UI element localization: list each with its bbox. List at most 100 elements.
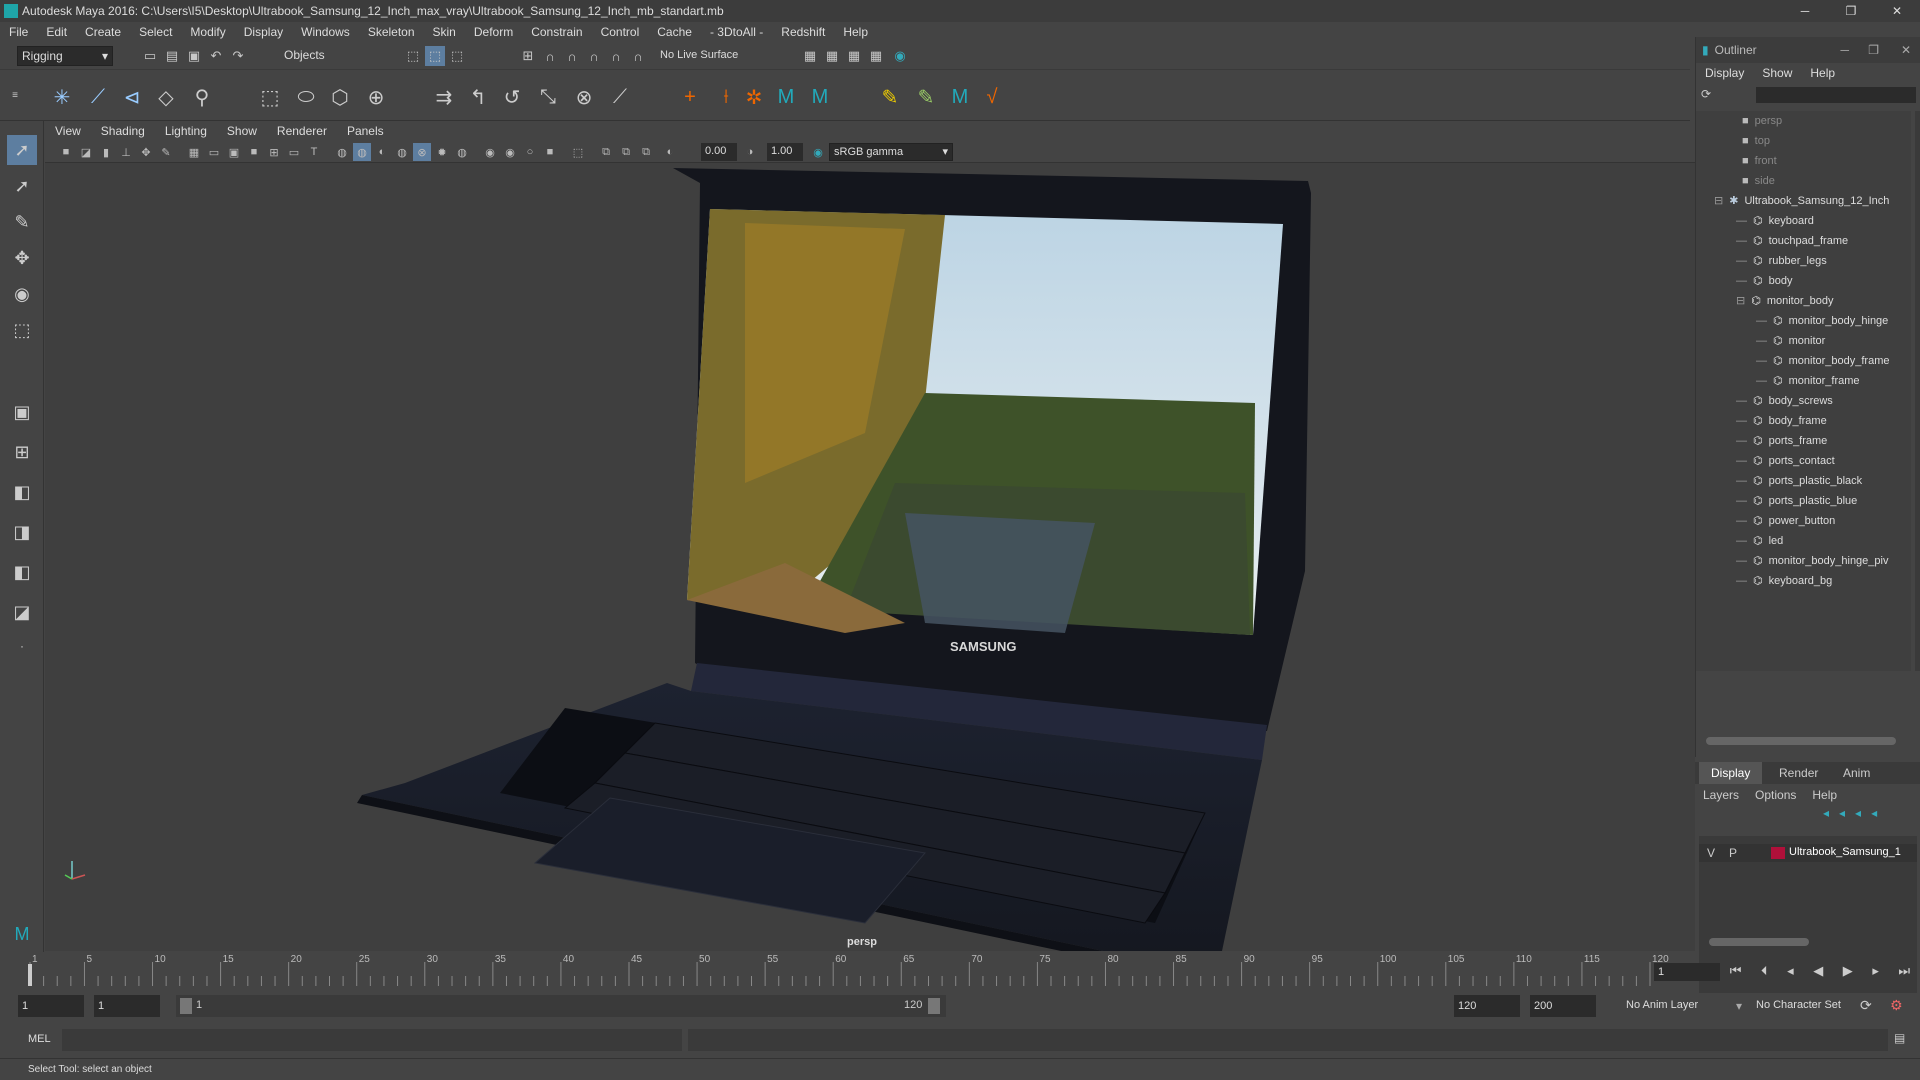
gamma-icon[interactable]: ◑ <box>741 143 759 161</box>
outliner-item[interactable]: ■ top <box>1742 131 1770 151</box>
go-to-start-icon[interactable]: ⏮ <box>1730 963 1742 979</box>
wire-deformer-icon[interactable]: ⊕ <box>362 83 390 111</box>
expand-icon[interactable]: — <box>1736 515 1747 527</box>
go-to-end-icon[interactable]: ⏭ <box>1898 963 1910 979</box>
range-handle-left[interactable] <box>180 998 192 1014</box>
depth-of-field-icon[interactable]: ⧉ <box>637 143 655 161</box>
outliner-menu-help[interactable]: Help <box>1801 66 1844 80</box>
outliner-item[interactable]: ■ persp <box>1742 111 1782 131</box>
layer-visibility[interactable]: V <box>1707 846 1715 860</box>
menu-skeleton[interactable]: Skeleton <box>359 25 424 39</box>
aim-constraint-icon[interactable]: ↰ <box>464 83 492 111</box>
outliner-item[interactable]: — ⌬ body_frame <box>1736 411 1827 431</box>
hypershade-layout-icon[interactable]: ◪ <box>7 597 37 627</box>
menu-file[interactable]: File <box>0 25 37 39</box>
scale-tool-icon[interactable]: ⬚ <box>7 315 37 345</box>
command-input[interactable] <box>62 1029 682 1051</box>
snap-grid-icon[interactable]: ⊞ <box>518 46 538 66</box>
gate-mask-icon[interactable]: ■ <box>245 143 263 161</box>
selection-mode-select[interactable]: Objects <box>280 46 376 66</box>
range-handle-right[interactable] <box>928 998 940 1014</box>
gamma-field[interactable]: 1.00 <box>767 143 803 161</box>
anti-alias-icon[interactable]: ⧉ <box>617 143 635 161</box>
mode-select[interactable]: Rigging ▾ <box>17 46 113 66</box>
step-back-key-icon[interactable]: ⏴ <box>1761 963 1768 979</box>
field-chart-icon[interactable]: ⊞ <box>265 143 283 161</box>
step-back-frame-icon[interactable]: ◂ <box>1787 963 1794 979</box>
lattice-icon[interactable]: ⬭ <box>292 83 320 111</box>
viewport-menu-show[interactable]: Show <box>217 124 267 138</box>
new-scene-icon[interactable]: ▭ <box>140 46 160 66</box>
layout-more-icon[interactable]: · <box>7 631 37 661</box>
live-surface-label[interactable]: No Live Surface <box>660 49 738 61</box>
menu-select[interactable]: Select <box>130 25 181 39</box>
viewport-menu-view[interactable]: View <box>45 124 91 138</box>
script-type-label[interactable]: MEL <box>28 1033 51 1045</box>
snap-point-icon[interactable]: ∩ <box>562 46 582 66</box>
select-tool-icon[interactable]: ➚ <box>7 135 37 165</box>
close-button[interactable]: ✕ <box>1901 43 1911 57</box>
select-component-icon[interactable]: ⬚ <box>447 46 467 66</box>
camera-select-icon[interactable]: ■ <box>57 143 75 161</box>
wrap-deformer-icon[interactable]: ⬡ <box>326 83 354 111</box>
menu-skin[interactable]: Skin <box>424 25 465 39</box>
outliner-item[interactable]: — ⌬ ports_frame <box>1736 431 1827 451</box>
expand-icon[interactable]: — <box>1736 255 1747 267</box>
outliner-item[interactable]: — ⌬ keyboard <box>1736 211 1814 231</box>
scene-start-field[interactable]: 1 <box>18 995 84 1017</box>
menu-constrain[interactable]: Constrain <box>522 25 591 39</box>
skin-bind-icon[interactable]: ◇ <box>152 83 180 111</box>
motion-blur-icon[interactable]: ⧉ <box>597 143 615 161</box>
2d-pan-icon[interactable]: ✥ <box>137 143 155 161</box>
layer-color-swatch[interactable] <box>1771 847 1785 859</box>
outliner-item[interactable]: — ⌬ monitor_body_hinge_piv <box>1736 551 1888 571</box>
point-constraint-icon[interactable]: ⇉ <box>430 83 458 111</box>
playback-end-field[interactable]: 120 <box>1454 995 1520 1017</box>
expand-icon[interactable]: ⊟ <box>1736 295 1745 307</box>
pole-vector-icon[interactable]: ⟋ <box>606 83 634 111</box>
expand-icon[interactable]: ⊟ <box>1714 195 1723 207</box>
layer-playback[interactable]: P <box>1729 846 1737 860</box>
expand-icon[interactable]: — <box>1736 415 1747 427</box>
expand-icon[interactable]: — <box>1756 315 1767 327</box>
persp-graph-icon[interactable]: ◧ <box>7 557 37 587</box>
xray-joints-icon[interactable]: ○ <box>521 143 539 161</box>
viewport-menu-renderer[interactable]: Renderer <box>267 124 337 138</box>
layer-hscrollbar[interactable] <box>1709 938 1809 946</box>
scale-constraint-icon[interactable]: ⤡ <box>534 83 562 111</box>
outliner-item[interactable]: — ⌬ ports_plastic_black <box>1736 471 1862 491</box>
orient-constraint-icon[interactable]: ↺ <box>498 83 526 111</box>
wireframe-icon[interactable]: ◍ <box>333 143 351 161</box>
single-view-icon[interactable]: ▣ <box>7 397 37 427</box>
menu-help[interactable]: Help <box>834 25 877 39</box>
time-ruler[interactable]: 1 5 10 15 20 25 30 35 40 45 50 55 60 65 70 75 80 85 90 95 10… <box>28 952 1688 990</box>
outliner-item[interactable]: — ⌬ ports_plastic_blue <box>1736 491 1857 511</box>
viewport-menu-lighting[interactable]: Lighting <box>155 124 217 138</box>
maya-m-icon-3[interactable]: M <box>946 83 974 111</box>
four-view-icon[interactable]: ⊞ <box>7 437 37 467</box>
undo-icon[interactable]: ↶ <box>206 46 226 66</box>
chevron-down-icon[interactable]: ▾ <box>1736 999 1742 1013</box>
layer-row[interactable]: V P Ultrabook_Samsung_1 <box>1699 844 1917 862</box>
character-set-select[interactable]: No Character Set <box>1756 999 1841 1011</box>
outliner-item[interactable]: — ⌬ ports_contact <box>1736 451 1835 471</box>
parent-constraint-icon[interactable]: ⊗ <box>570 83 598 111</box>
close-button[interactable]: ✕ <box>1874 0 1920 22</box>
snap-surface-icon[interactable]: ∩ <box>606 46 626 66</box>
play-forward-icon[interactable]: ▶ <box>1843 963 1853 979</box>
move-tool-icon[interactable]: ✥ <box>7 243 37 273</box>
open-scene-icon[interactable]: ▤ <box>162 46 182 66</box>
use-lights-icon[interactable]: ⊗ <box>413 143 431 161</box>
layer-menu-help[interactable]: Help <box>1804 788 1845 802</box>
range-bar[interactable]: 1 120 <box>176 995 946 1017</box>
menu-windows[interactable]: Windows <box>292 25 359 39</box>
play-back-icon[interactable]: ◀ <box>1813 963 1823 979</box>
layer-menu-options[interactable]: Options <box>1747 788 1804 802</box>
select-object-icon[interactable]: ⬚ <box>425 46 445 66</box>
menu-modify[interactable]: Modify <box>181 25 234 39</box>
save-scene-icon[interactable]: ▣ <box>184 46 204 66</box>
render-settings-icon[interactable]: ▦ <box>866 46 886 66</box>
time-slider[interactable]: 1 5 10 15 20 25 30 35 40 45 50 55 60 65 70 75 80 85 90 95 10… <box>0 952 1720 990</box>
shadows-icon[interactable]: ✹ <box>433 143 451 161</box>
color-management-icon[interactable]: ◉ <box>809 143 827 161</box>
